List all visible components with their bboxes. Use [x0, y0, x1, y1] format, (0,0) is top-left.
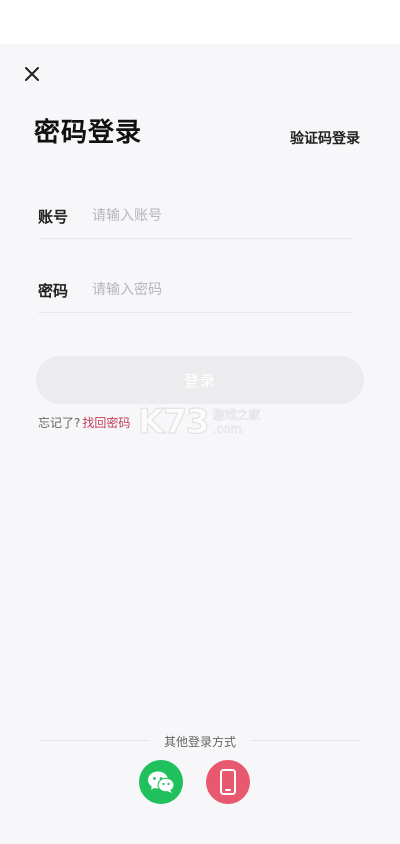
- watermark-line2: .com: [212, 422, 243, 437]
- phone-login-button[interactable]: [206, 760, 250, 804]
- close-icon: [25, 67, 39, 81]
- wechat-login-button[interactable]: [139, 760, 183, 804]
- other-login-title: 其他登录方式: [163, 735, 236, 749]
- password-input[interactable]: [92, 270, 352, 310]
- phone-icon: [220, 769, 236, 795]
- watermark-logo: K73: [137, 401, 210, 442]
- login-button[interactable]: 登录: [36, 356, 364, 404]
- watermark-text: 游戏之家 .com: [212, 408, 261, 437]
- close-button[interactable]: [20, 62, 44, 86]
- sms-code-login-link[interactable]: 验证码登录: [290, 128, 360, 148]
- account-label: 账号: [38, 207, 69, 226]
- page-title: 密码登录: [34, 118, 143, 148]
- watermark-line1: 游戏之家: [212, 408, 261, 423]
- forgot-question: 忘记了?: [38, 416, 81, 430]
- password-field-row: 密码: [38, 268, 352, 313]
- password-label: 密码: [38, 281, 69, 300]
- login-page: [0, 44, 400, 844]
- divider-right: [250, 740, 360, 741]
- account-input[interactable]: [92, 196, 352, 236]
- watermark: K73 游戏之家 .com: [137, 401, 261, 442]
- account-field-row: 账号: [38, 194, 352, 239]
- forgot-password-row: 忘记了? 找回密码: [38, 414, 130, 431]
- status-bar-area: [0, 0, 400, 44]
- wechat-icon: [148, 771, 175, 793]
- recover-password-link[interactable]: 找回密码: [82, 414, 130, 431]
